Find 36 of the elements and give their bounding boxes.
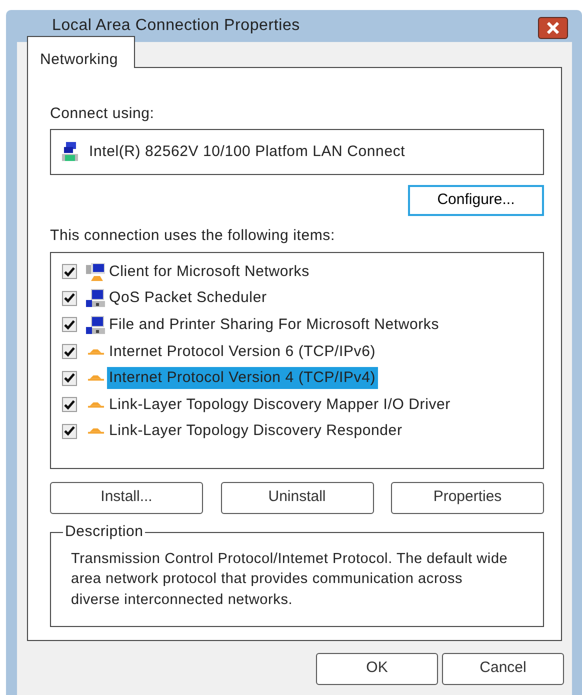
description-text: Transmission Control Protocol/Intemet Protocol. The default wide area network protocol that provides communication across diverse interconnected networks. bbox=[71, 550, 509, 610]
list-label: This connection uses the following items: bbox=[50, 226, 335, 246]
checkbox[interactable] bbox=[62, 370, 77, 386]
checkbox[interactable] bbox=[62, 397, 77, 412]
close-button[interactable] bbox=[538, 17, 568, 39]
protocol-icon bbox=[88, 428, 104, 434]
action-button[interactable]: Properties bbox=[391, 482, 544, 514]
window-title: Local Area Connection Properties bbox=[52, 16, 300, 36]
tab[interactable]: Networking bbox=[27, 36, 135, 68]
list-item[interactable]: Link-Layer Topology Discovery Responder bbox=[107, 420, 404, 442]
checkbox[interactable] bbox=[62, 424, 77, 439]
protocol-icon bbox=[88, 402, 104, 408]
checkbox[interactable] bbox=[62, 264, 77, 280]
action-button[interactable]: Install... bbox=[50, 482, 203, 514]
list-item[interactable]: Internet Protocol Version 6 (TCP/IPv6) bbox=[107, 340, 378, 363]
checkbox[interactable] bbox=[62, 290, 77, 306]
list-item[interactable]: Client for Microsoft Networks bbox=[107, 260, 312, 283]
protocol-icon bbox=[88, 375, 104, 382]
network-adapter-icon bbox=[61, 141, 79, 163]
adapter-name: Intel(R) 82562V 10/100 Platfom LAN Connect bbox=[89, 142, 406, 162]
monitor-icon bbox=[85, 262, 107, 282]
action-button[interactable]: Uninstall bbox=[220, 482, 374, 514]
protocol-icon bbox=[88, 348, 104, 355]
computer-icon bbox=[85, 314, 107, 335]
checkbox[interactable] bbox=[62, 317, 77, 332]
checkbox[interactable] bbox=[62, 344, 77, 360]
dialog-button[interactable]: OK bbox=[316, 652, 438, 684]
field-label: Connect using: bbox=[50, 104, 154, 124]
list-item[interactable]: Internet Protocol Version 4 (TCP/IPv4) bbox=[107, 367, 378, 390]
dialog-button[interactable]: Cancel bbox=[442, 652, 564, 684]
configure-button[interactable]: Configure... bbox=[408, 185, 544, 216]
list-item[interactable]: Link-Layer Topology Discovery Mapper I/O Driver bbox=[107, 394, 452, 416]
close-icon bbox=[546, 22, 560, 34]
computer-icon bbox=[85, 288, 107, 308]
list-item[interactable]: QoS Packet Scheduler bbox=[107, 287, 269, 310]
list-item[interactable]: File and Printer Sharing For Microsoft Networks bbox=[107, 314, 442, 336]
